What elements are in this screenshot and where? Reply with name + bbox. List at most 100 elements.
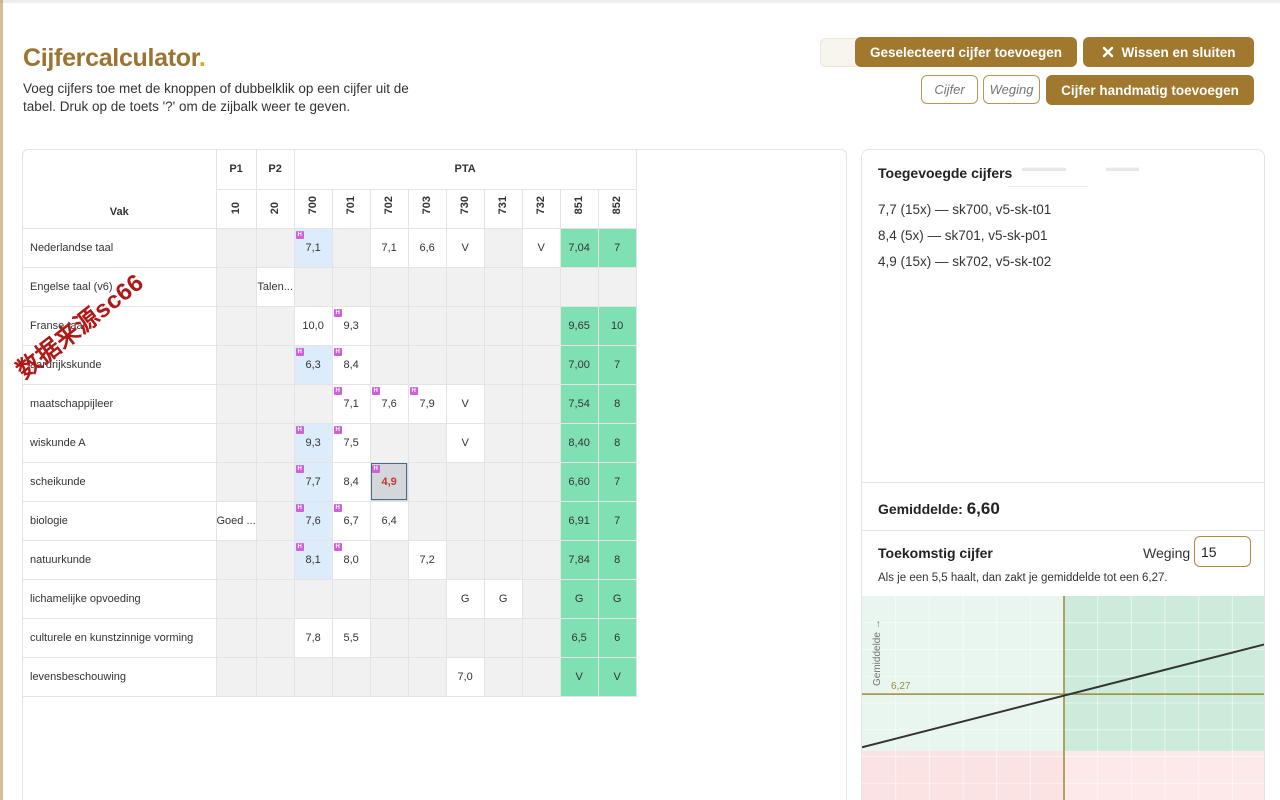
grade-value: 7,1 xyxy=(343,397,359,410)
grade-cell[interactable]: 10,0 xyxy=(294,306,333,346)
grade-cell[interactable]: 9,65 xyxy=(560,306,599,346)
grade-cell[interactable]: 7 xyxy=(598,345,637,385)
grade-cell[interactable]: 7,1 xyxy=(370,228,409,268)
grade-cell[interactable]: H 8,0 xyxy=(332,540,371,580)
grade-value: G xyxy=(498,592,508,605)
grade-cell[interactable]: 7,84 xyxy=(560,540,599,580)
close-icon xyxy=(1102,46,1113,58)
grade-cell[interactable]: H 7,1 xyxy=(332,384,371,424)
grade-cell[interactable]: G xyxy=(598,579,637,619)
grade-cell[interactable]: H 7,6 xyxy=(294,501,333,541)
future-grade-title: Toekomstig cijfer xyxy=(878,545,993,561)
flag-badge: H xyxy=(295,347,304,356)
add-manual-grade-label: Cijfer handmatig toevoegen xyxy=(1061,82,1239,98)
grade-cell[interactable]: 7 xyxy=(598,501,637,541)
weight-input[interactable] xyxy=(983,75,1040,104)
grade-cell[interactable]: Talen... xyxy=(256,267,295,307)
grade-cell[interactable]: 10 xyxy=(598,306,637,346)
grade-cell[interactable]: 7,00 xyxy=(560,345,599,385)
grade-cell xyxy=(446,345,485,385)
grade-cell[interactable]: Goed ... xyxy=(216,501,257,541)
add-manual-grade-button[interactable]: Cijfer handmatig toevoegen xyxy=(1046,75,1254,105)
column-code-label: 702 xyxy=(383,196,396,215)
ghost-tab-underline xyxy=(1008,186,1088,187)
table-row: aardrijkskunde H 6,3 H 8,4 7,00 7 xyxy=(23,345,637,385)
grade-input[interactable] xyxy=(921,75,978,104)
added-grade-item: 7,7 (15x) — sk700, v5-sk-t01 xyxy=(878,202,1052,217)
added-grade-item: 8,4 (5x) — sk701, v5-sk-p01 xyxy=(878,228,1048,243)
column-header-code: 851 xyxy=(560,189,599,229)
grade-cell[interactable]: H 7,7 xyxy=(294,462,333,502)
column-group-p1: P1 xyxy=(216,150,257,190)
grade-cell[interactable]: 8,40 xyxy=(560,423,599,463)
grade-cell[interactable]: V xyxy=(446,423,485,463)
grade-cell[interactable]: H 4,9 xyxy=(370,462,409,502)
grade-cell[interactable]: 6 xyxy=(598,618,637,658)
grade-cell[interactable]: H 7,6 xyxy=(370,384,409,424)
grade-cell[interactable]: 6,60 xyxy=(560,462,599,502)
grade-value: 7,5 xyxy=(343,436,359,449)
grade-cell[interactable]: G xyxy=(446,579,485,619)
grade-cell[interactable]: H 6,7 xyxy=(332,501,371,541)
grade-value: 7 xyxy=(614,241,621,254)
grade-cell[interactable]: V xyxy=(446,228,485,268)
grade-cell[interactable]: 6,91 xyxy=(560,501,599,541)
grade-cell[interactable]: 7,0 xyxy=(446,657,485,697)
grade-cell[interactable]: H 9,3 xyxy=(332,306,371,346)
add-selected-grade-button[interactable]: Geselecteerd cijfer toevoegen xyxy=(855,37,1077,67)
grade-cell[interactable]: 7,54 xyxy=(560,384,599,424)
grade-cell[interactable]: H 7,1 xyxy=(294,228,333,268)
grade-cell[interactable]: 8 xyxy=(598,540,637,580)
grade-value: 10,0 xyxy=(302,319,324,332)
flag-badge: H xyxy=(295,464,304,473)
grade-cell[interactable]: 8 xyxy=(598,423,637,463)
grade-cell[interactable]: 8,4 xyxy=(332,462,371,502)
grade-cell[interactable]: 7,04 xyxy=(560,228,599,268)
average-label: Gemiddelde: xyxy=(878,501,963,517)
grade-cell[interactable]: G xyxy=(484,579,523,619)
clear-and-close-button[interactable]: Wissen en sluiten xyxy=(1083,37,1254,67)
grade-cell[interactable]: G xyxy=(560,579,599,619)
grade-cell xyxy=(216,306,257,346)
grade-cell[interactable]: 6,5 xyxy=(560,618,599,658)
grade-cell[interactable]: H 9,3 xyxy=(294,423,333,463)
subject-name: Franse taal xyxy=(23,306,217,346)
future-weight-input[interactable] xyxy=(1194,536,1251,567)
grade-cell[interactable]: 7,8 xyxy=(294,618,333,658)
grade-cell xyxy=(216,462,257,502)
grade-cell[interactable]: V xyxy=(598,657,637,697)
grade-cell[interactable]: 5,5 xyxy=(332,618,371,658)
grade-value: 7,2 xyxy=(419,553,435,566)
grade-cell[interactable]: H 7,5 xyxy=(332,423,371,463)
grade-cell[interactable]: V xyxy=(446,384,485,424)
grade-cell[interactable]: H 8,1 xyxy=(294,540,333,580)
grade-cell xyxy=(408,657,447,697)
grade-cell[interactable]: H 6,3 xyxy=(294,345,333,385)
grade-cell[interactable]: H 8,4 xyxy=(332,345,371,385)
grade-cell xyxy=(484,540,523,580)
grade-cell[interactable]: 6,4 xyxy=(370,501,409,541)
column-header-code: 10 xyxy=(216,189,257,229)
grade-cell[interactable]: 6,6 xyxy=(408,228,447,268)
grade-cell xyxy=(256,579,295,619)
grade-cell[interactable]: 8 xyxy=(598,384,637,424)
grade-cell[interactable]: 7 xyxy=(598,228,637,268)
grade-value: 6,60 xyxy=(568,475,590,488)
grade-cell[interactable]: H 7,9 xyxy=(408,384,447,424)
future-average-chart[interactable]: 6,27 Gemiddelde → xyxy=(862,596,1265,800)
column-header-code: 702 xyxy=(370,189,409,229)
grade-cell[interactable]: V xyxy=(522,228,561,268)
flag-badge: H xyxy=(333,425,342,434)
grade-cell[interactable]: 7 xyxy=(598,462,637,502)
grade-value: 8 xyxy=(614,397,621,410)
table-row: Franse taal 10,0 H 9,3 9,65 10 xyxy=(23,306,637,346)
grade-value: 8,4 xyxy=(343,358,359,371)
grade-value: V xyxy=(613,670,621,683)
grade-cell xyxy=(216,345,257,385)
grade-value: 7,1 xyxy=(305,241,321,254)
column-code-label: 852 xyxy=(611,196,624,215)
grade-cell[interactable]: 7,2 xyxy=(408,540,447,580)
column-header-code: 731 xyxy=(484,189,523,229)
chart-marker-label: 6,27 xyxy=(891,681,911,692)
grade-cell[interactable]: V xyxy=(560,657,599,697)
